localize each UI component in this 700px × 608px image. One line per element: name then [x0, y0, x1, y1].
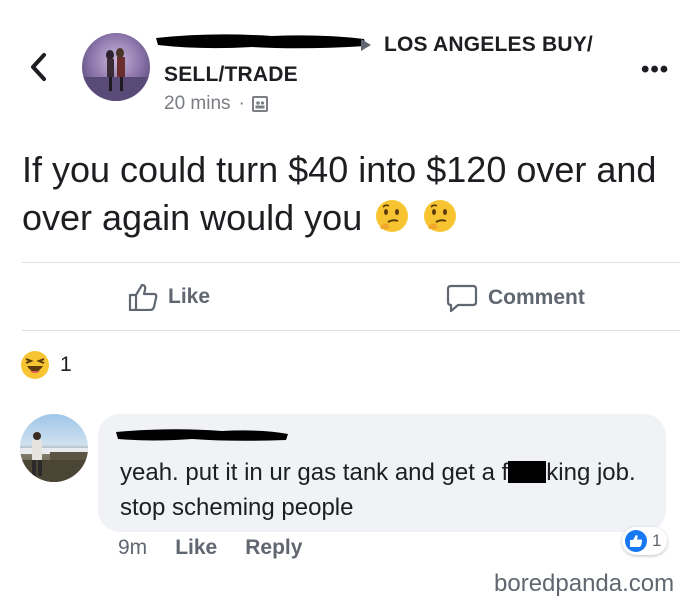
comment-label: Comment	[488, 286, 585, 309]
reaction-summary[interactable]: 1	[20, 350, 72, 380]
comment-reply-button[interactable]: Reply	[245, 536, 302, 560]
shared-to-arrow-icon	[361, 39, 371, 51]
post-text: If you could turn $40 into $120 over and…	[22, 149, 657, 238]
thinking-face-icon	[376, 200, 409, 232]
like-reaction-icon	[625, 530, 647, 552]
post-time[interactable]: 20 mins	[164, 93, 231, 115]
comment-time[interactable]: 9m	[118, 536, 147, 560]
avatar-image	[20, 432, 88, 482]
comment-text: yeah. put it in ur gas tank and get a fk…	[120, 455, 660, 525]
post-body: If you could turn $40 into $120 over and…	[22, 146, 682, 242]
like-label: Like	[168, 285, 211, 308]
avatar-image	[82, 48, 150, 101]
comment-button[interactable]: Comment	[446, 283, 585, 313]
redacted-commenter-name	[116, 429, 288, 441]
commenter-avatar[interactable]	[20, 414, 88, 482]
group-name-line1[interactable]: LOS ANGELES BUY/	[384, 33, 593, 57]
watermark: boredpanda.com	[494, 570, 675, 597]
reaction-count: 1	[60, 353, 72, 376]
group-name-line2[interactable]: SELL/TRADE	[164, 63, 298, 87]
thinking-face-icon	[424, 200, 457, 232]
redacted-poster-name	[156, 34, 366, 49]
like-button[interactable]: Like	[128, 283, 210, 311]
poster-avatar[interactable]	[82, 33, 150, 101]
divider	[22, 330, 680, 331]
comment-reaction-count: 1	[652, 531, 662, 550]
meta-separator: ·	[238, 93, 245, 114]
haha-reaction-icon	[21, 351, 49, 379]
audience-icon	[251, 96, 268, 112]
thumbs-up-icon	[128, 283, 158, 311]
comment-text-part1: yeah. put it in ur gas tank and get a f	[120, 459, 509, 486]
comment-actions: 9m Like Reply	[118, 536, 330, 560]
post-meta: 20 mins ·	[164, 93, 268, 115]
back-chevron-icon[interactable]	[26, 50, 52, 84]
comment-bubble-icon	[446, 284, 478, 313]
censor-block	[508, 461, 547, 483]
divider	[22, 262, 680, 263]
comment-reaction-badge[interactable]: 1	[622, 527, 668, 555]
comment-like-button[interactable]: Like	[175, 536, 217, 560]
more-dots-icon[interactable]: •••	[641, 56, 669, 84]
